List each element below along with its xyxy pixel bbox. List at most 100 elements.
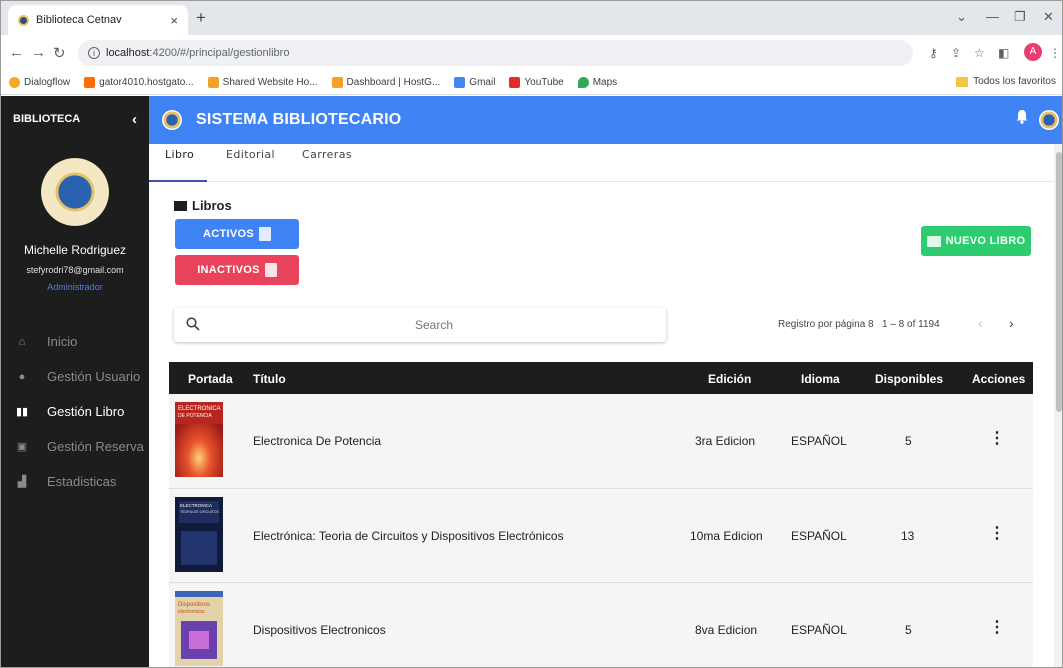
cell-titulo: Electronica De Potencia bbox=[253, 434, 382, 448]
sidebar-menu: ⌂ Inicio ● Gestión Usuario ▮▮ Gestión Libro… bbox=[1, 324, 149, 499]
app-title: SISTEMA BIBLIOTECARIO bbox=[196, 111, 402, 128]
row-actions-icon[interactable]: ⋮ bbox=[989, 523, 1005, 543]
site-info-icon[interactable]: i bbox=[88, 47, 100, 59]
tab-carreras[interactable]: Carreras bbox=[302, 144, 352, 182]
bookmark-icon bbox=[331, 77, 343, 88]
cell-idioma: ESPAÑOL bbox=[791, 529, 847, 543]
tab-search-icon[interactable]: ⌄ bbox=[956, 9, 967, 25]
col-disponibles: Disponibles bbox=[875, 372, 944, 386]
scrollbar[interactable] bbox=[1054, 144, 1062, 667]
tab-close-icon[interactable]: × bbox=[170, 13, 178, 28]
bookmark-item[interactable]: Gmail bbox=[454, 77, 495, 88]
cell-edicion: 3ra Edicion bbox=[695, 434, 756, 448]
star-icon[interactable]: ☆ bbox=[974, 46, 985, 60]
sidebar-item-gestion-libro[interactable]: ▮▮ Gestión Libro bbox=[1, 394, 149, 429]
sidebar-item-inicio[interactable]: ⌂ Inicio bbox=[1, 324, 149, 359]
col-edicion: Edición bbox=[708, 372, 752, 386]
next-page-icon[interactable]: › bbox=[1009, 315, 1014, 331]
inactivos-button[interactable]: INACTIVOS bbox=[175, 255, 299, 285]
tab-editorial[interactable]: Editorial bbox=[226, 144, 275, 182]
cell-edicion: 10ma Edicion bbox=[690, 529, 763, 543]
user-icon: ● bbox=[18, 370, 26, 383]
scrollbar-thumb[interactable] bbox=[1056, 152, 1062, 412]
bookmark-item[interactable]: Shared Website Ho... bbox=[207, 77, 318, 88]
address-bar[interactable]: i localhost:4200/#/principal/gestionlibr… bbox=[78, 40, 913, 66]
activos-button[interactable]: ACTIVOS bbox=[175, 219, 299, 249]
site-favicon-icon bbox=[18, 14, 29, 26]
search-box bbox=[174, 308, 666, 342]
section-title: Libros bbox=[174, 198, 232, 213]
row-actions-icon[interactable]: ⋮ bbox=[989, 617, 1005, 637]
bookmark-item[interactable]: Maps bbox=[577, 77, 617, 88]
share-icon[interactable]: ⇪ bbox=[951, 46, 961, 60]
url-path: :4200/#/principal/gestionlibro bbox=[149, 47, 290, 59]
bookmarks-bar: Dialogflow gator4010.hostgato... Shared … bbox=[1, 71, 1062, 95]
address-row: ← → ↻ i localhost:4200/#/principal/gesti… bbox=[1, 35, 1062, 71]
sidepanel-icon[interactable]: ◧ bbox=[998, 46, 1009, 60]
bookmark-item[interactable]: Dashboard | HostG... bbox=[331, 77, 440, 88]
bell-icon[interactable] bbox=[1016, 109, 1028, 124]
cell-titulo: Dispositivos Electronicos bbox=[253, 623, 386, 637]
app-toolbar: SISTEMA BIBLIOTECARIO bbox=[149, 96, 1062, 144]
paginator-page-size[interactable]: Registro por página 8 bbox=[778, 319, 874, 330]
forward-icon[interactable]: → bbox=[31, 44, 46, 61]
books-icon bbox=[174, 200, 187, 211]
table-row[interactable]: ELECTRONICA TEORIA DE CIRCUITOS Electrón… bbox=[169, 489, 1033, 583]
tab-libro[interactable]: Libro bbox=[165, 144, 194, 182]
minimize-icon[interactable]: — bbox=[986, 9, 999, 24]
bookmark-item[interactable]: Dialogflow bbox=[9, 77, 70, 88]
bookmark-item[interactable]: gator4010.hostgato... bbox=[84, 77, 194, 88]
maps-icon bbox=[577, 77, 589, 88]
tab-strip: Biblioteca Cetnav × + ⌄ — ❐ ✕ bbox=[1, 1, 1062, 35]
folder-icon bbox=[956, 76, 969, 87]
books-table: Portada Título Edición Idioma Disponible… bbox=[169, 362, 1033, 667]
browser-tab[interactable]: Biblioteca Cetnav × bbox=[8, 5, 188, 35]
sidebar-item-gestion-reserva[interactable]: ▣ Gestión Reserva bbox=[1, 429, 149, 464]
back-icon[interactable]: ← bbox=[9, 44, 24, 61]
bookmark-item[interactable]: YouTube bbox=[509, 77, 564, 88]
cover-text: ELECTRONICA bbox=[180, 503, 212, 508]
close-window-icon[interactable]: ✕ bbox=[1043, 9, 1054, 25]
app-logo bbox=[162, 110, 182, 130]
browser-window: Biblioteca Cetnav × + ⌄ — ❐ ✕ ← → ↻ i lo… bbox=[0, 0, 1063, 668]
url-host: localhost bbox=[106, 47, 150, 59]
row-actions-icon[interactable]: ⋮ bbox=[989, 428, 1005, 448]
all-favorites[interactable]: Todos los favoritos bbox=[956, 76, 1056, 87]
sidebar-header: BIBLIOTECA ‹ bbox=[1, 96, 149, 142]
tab-title: Biblioteca Cetnav bbox=[36, 14, 122, 26]
nuevo-libro-button[interactable]: NUEVO LIBRO bbox=[921, 226, 1031, 256]
google-icon bbox=[454, 77, 466, 88]
key-icon[interactable]: ⚷ bbox=[929, 46, 938, 60]
book-cover: ELECTRONICA TEORIA DE CIRCUITOS bbox=[175, 497, 223, 572]
cell-idioma: ESPAÑOL bbox=[791, 623, 847, 637]
user-avatar[interactable] bbox=[1039, 110, 1059, 130]
user-name: Michelle Rodriguez bbox=[23, 243, 127, 257]
file-icon bbox=[264, 263, 277, 277]
menu-kebab-icon[interactable]: ⋮ bbox=[1049, 46, 1061, 60]
section-tabs: Libro Editorial Carreras bbox=[149, 144, 1054, 182]
new-tab-button[interactable]: + bbox=[196, 8, 206, 28]
book-cover: Dispositivos electronicos bbox=[175, 591, 223, 666]
col-portada: Portada bbox=[188, 372, 233, 386]
cell-idioma: ESPAÑOL bbox=[791, 434, 847, 448]
sidebar-item-gestion-usuario[interactable]: ● Gestión Usuario bbox=[1, 359, 149, 394]
table-row[interactable]: ELECTRONICA DE POTENCIA Electronica De P… bbox=[169, 394, 1033, 489]
cover-text: electronicos bbox=[178, 609, 205, 615]
book-icon: ▮▮ bbox=[15, 406, 29, 418]
reload-icon[interactable]: ↻ bbox=[53, 44, 66, 62]
stats-icon: ▟ bbox=[17, 476, 27, 488]
cover-text: DE POTENCIA bbox=[178, 413, 213, 419]
col-idioma: Idioma bbox=[801, 372, 840, 386]
previous-page-icon[interactable]: ‹ bbox=[978, 315, 983, 331]
collapse-chevron-icon[interactable]: ‹ bbox=[132, 111, 137, 128]
youtube-icon bbox=[509, 77, 521, 88]
table-row[interactable]: Dispositivos electronicos Dispositivos E… bbox=[169, 583, 1033, 667]
cell-titulo: Electrónica: Teoria de Circuitos y Dispo… bbox=[253, 529, 564, 543]
restore-icon[interactable]: ❐ bbox=[1014, 9, 1026, 25]
col-acciones: Acciones bbox=[972, 372, 1026, 386]
sidebar-item-estadisticas[interactable]: ▟ Estadisticas bbox=[1, 464, 149, 499]
profile-avatar[interactable]: A bbox=[1024, 43, 1042, 61]
book-icon bbox=[926, 235, 941, 247]
book-cover: ELECTRONICA DE POTENCIA bbox=[175, 402, 223, 477]
search-input[interactable] bbox=[214, 312, 654, 338]
